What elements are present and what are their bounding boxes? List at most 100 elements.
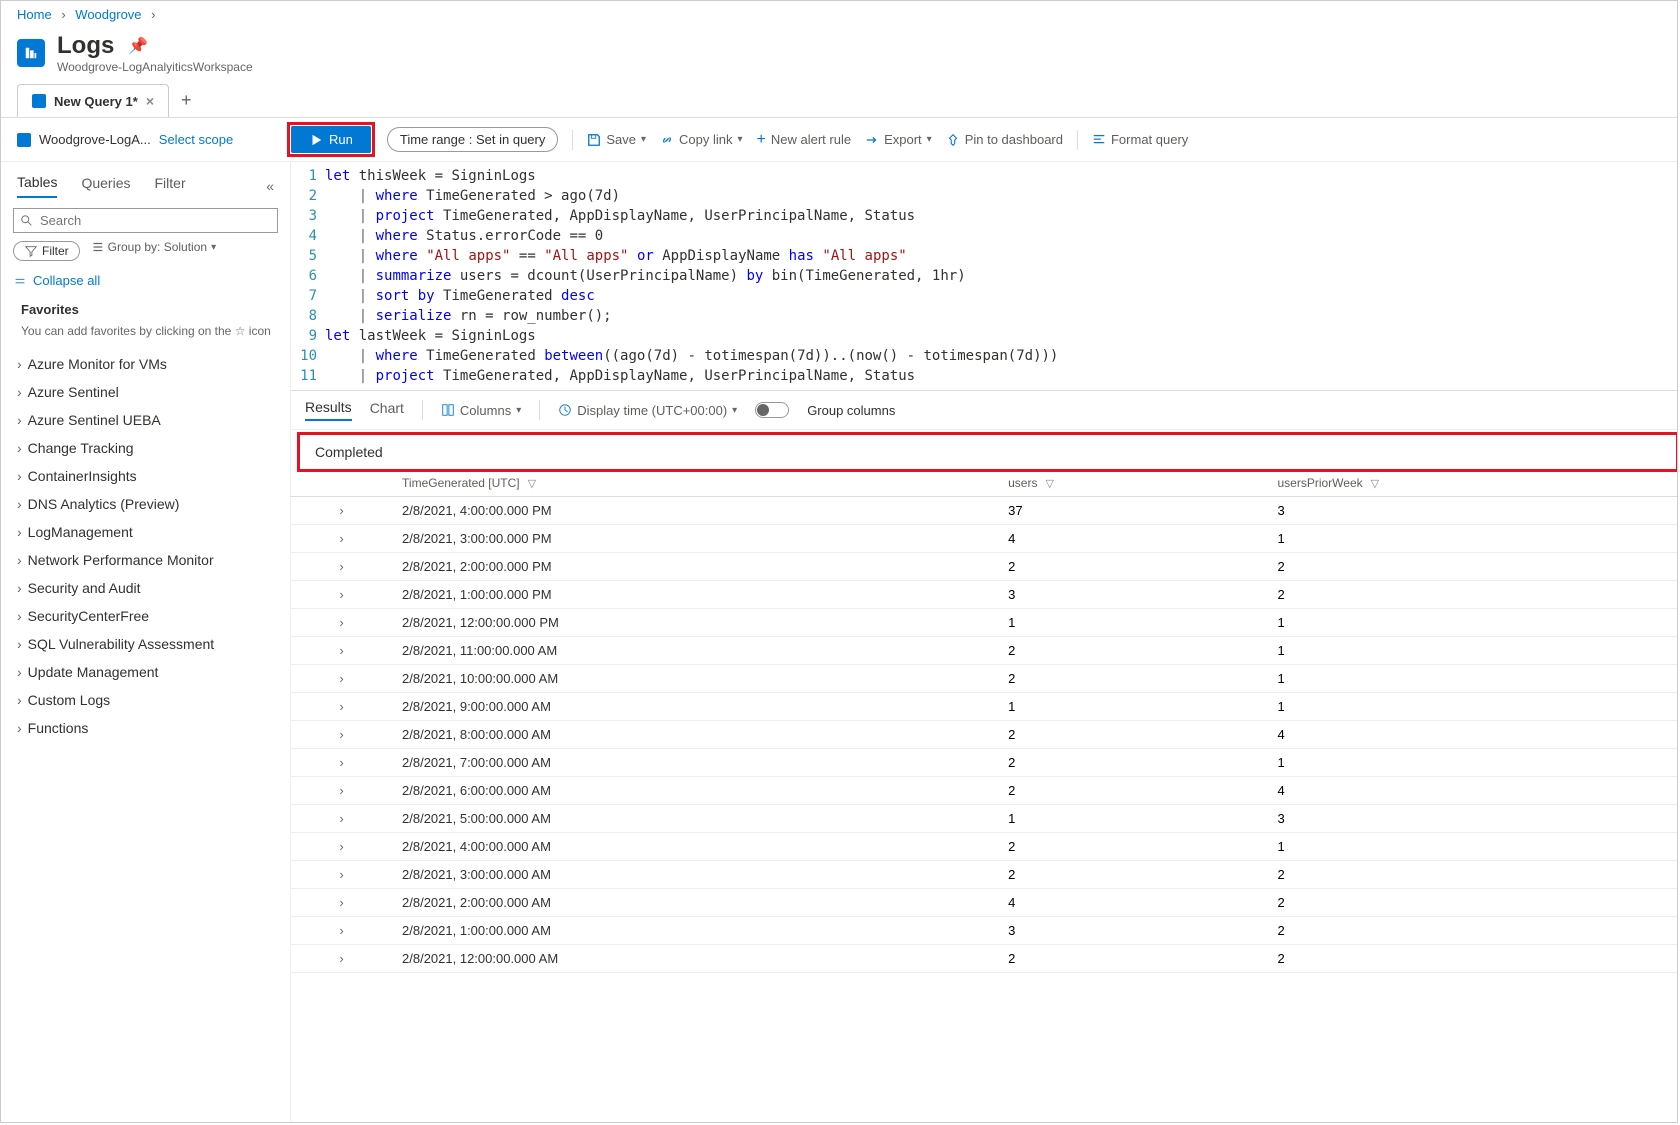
table-row[interactable]: › 2/8/2021, 5:00:00.000 AM 1 3 (291, 805, 1677, 833)
run-button[interactable]: Run (291, 126, 371, 153)
col-usersprior[interactable]: usersPriorWeek▽ (1267, 470, 1677, 497)
table-row[interactable]: › 2/8/2021, 3:00:00.000 AM 2 2 (291, 861, 1677, 889)
expand-row-icon[interactable]: › (291, 945, 392, 973)
table-row[interactable]: › 2/8/2021, 7:00:00.000 AM 2 1 (291, 749, 1677, 777)
collapse-all-link[interactable]: Collapse all (13, 273, 278, 288)
results-toolbar: Results Chart Columns▾ Display time (UTC… (291, 391, 1677, 430)
expand-row-icon[interactable]: › (291, 581, 392, 609)
tree-item[interactable]: Security and Audit (13, 574, 278, 602)
tree-item[interactable]: Azure Sentinel (13, 378, 278, 406)
group-columns-toggle[interactable] (755, 402, 789, 418)
expand-row-icon[interactable]: › (291, 749, 392, 777)
separator (572, 130, 573, 150)
columns-button[interactable]: Columns▾ (441, 403, 521, 418)
tree-item[interactable]: SQL Vulnerability Assessment (13, 630, 278, 658)
tree-item[interactable]: ContainerInsights (13, 462, 278, 490)
new-alert-button[interactable]: + New alert rule (757, 131, 852, 149)
save-button[interactable]: Save▾ (587, 132, 646, 147)
table-row[interactable]: › 2/8/2021, 2:00:00.000 PM 2 2 (291, 553, 1677, 581)
expand-row-icon[interactable]: › (291, 693, 392, 721)
sidebar-tab-queries[interactable]: Queries (81, 175, 130, 197)
results-tab[interactable]: Results (305, 399, 352, 421)
breadcrumb-woodgrove[interactable]: Woodgrove (75, 7, 141, 22)
table-row[interactable]: › 2/8/2021, 3:00:00.000 PM 4 1 (291, 525, 1677, 553)
expand-row-icon[interactable]: › (291, 805, 392, 833)
search-box[interactable] (13, 208, 278, 233)
expand-row-icon[interactable]: › (291, 609, 392, 637)
tree-item[interactable]: SecurityCenterFree (13, 602, 278, 630)
tree-item[interactable]: DNS Analytics (Preview) (13, 490, 278, 518)
breadcrumb-home[interactable]: Home (17, 7, 52, 22)
expand-row-icon[interactable]: › (291, 777, 392, 805)
cell-usersprior: 1 (1267, 665, 1677, 693)
expand-row-icon[interactable]: › (291, 497, 392, 525)
query-tab-active[interactable]: New Query 1* × (17, 84, 169, 117)
filter-icon[interactable]: ▽ (1371, 478, 1379, 490)
table-row[interactable]: › 2/8/2021, 6:00:00.000 AM 2 4 (291, 777, 1677, 805)
table-row[interactable]: › 2/8/2021, 4:00:00.000 PM 37 3 (291, 497, 1677, 525)
table-row[interactable]: › 2/8/2021, 12:00:00.000 AM 2 2 (291, 945, 1677, 973)
group-by-dropdown[interactable]: Group by: Solution ▾ (90, 240, 216, 254)
cell-usersprior: 2 (1267, 581, 1677, 609)
cell-time: 2/8/2021, 6:00:00.000 AM (392, 777, 998, 805)
expand-row-icon[interactable]: › (291, 917, 392, 945)
expand-row-icon[interactable]: › (291, 665, 392, 693)
cell-time: 2/8/2021, 4:00:00.000 AM (392, 833, 998, 861)
tree-item[interactable]: Network Performance Monitor (13, 546, 278, 574)
expand-row-icon[interactable]: › (291, 637, 392, 665)
close-tab-icon[interactable]: × (146, 93, 154, 109)
col-time[interactable]: TimeGenerated [UTC]▽ (392, 470, 998, 497)
tree-item[interactable]: Custom Logs (13, 686, 278, 714)
table-row[interactable]: › 2/8/2021, 12:00:00.000 PM 1 1 (291, 609, 1677, 637)
favorites-hint: You can add favorites by clicking on the… (13, 323, 278, 340)
pin-button[interactable]: Pin to dashboard (946, 132, 1063, 147)
cell-time: 2/8/2021, 3:00:00.000 PM (392, 525, 998, 553)
filter-icon[interactable]: ▽ (1045, 478, 1053, 490)
col-users[interactable]: users▽ (998, 470, 1267, 497)
display-time-button[interactable]: Display time (UTC+00:00)▾ (558, 403, 737, 418)
export-icon (865, 133, 879, 147)
query-editor[interactable]: 1234567891011 let thisWeek = SigninLogs … (291, 162, 1677, 391)
tree-item[interactable]: Change Tracking (13, 434, 278, 462)
sidebar-tab-tables[interactable]: Tables (17, 174, 57, 198)
export-button[interactable]: Export▾ (865, 132, 932, 147)
chart-tab[interactable]: Chart (370, 400, 404, 420)
cell-users: 2 (998, 861, 1267, 889)
favorites-heading: Favorites (13, 302, 278, 317)
expand-row-icon[interactable]: › (291, 861, 392, 889)
table-row[interactable]: › 2/8/2021, 11:00:00.000 AM 2 1 (291, 637, 1677, 665)
sidebar-tab-filter[interactable]: Filter (155, 175, 186, 197)
filter-chip[interactable]: Filter (13, 241, 80, 261)
code-content[interactable]: let thisWeek = SigninLogs | where TimeGe… (325, 166, 1058, 386)
breadcrumb-sep: › (61, 7, 65, 22)
expand-row-icon[interactable]: › (291, 525, 392, 553)
cell-users: 2 (998, 777, 1267, 805)
tree-item[interactable]: LogManagement (13, 518, 278, 546)
table-row[interactable]: › 2/8/2021, 1:00:00.000 PM 3 2 (291, 581, 1677, 609)
filter-icon[interactable]: ▽ (528, 478, 536, 490)
table-row[interactable]: › 2/8/2021, 1:00:00.000 AM 3 2 (291, 917, 1677, 945)
expand-row-icon[interactable]: › (291, 553, 392, 581)
search-input[interactable] (40, 213, 271, 228)
table-row[interactable]: › 2/8/2021, 8:00:00.000 AM 2 4 (291, 721, 1677, 749)
time-range-picker[interactable]: Time range : Set in query (387, 127, 559, 152)
tree-item[interactable]: Functions (13, 714, 278, 742)
tree-item[interactable]: Update Management (13, 658, 278, 686)
expand-row-icon[interactable]: › (291, 833, 392, 861)
copy-link-button[interactable]: Copy link▾ (660, 132, 743, 147)
table-row[interactable]: › 2/8/2021, 9:00:00.000 AM 1 1 (291, 693, 1677, 721)
tree-item[interactable]: Azure Sentinel UEBA (13, 406, 278, 434)
expand-row-icon[interactable]: › (291, 721, 392, 749)
table-row[interactable]: › 2/8/2021, 4:00:00.000 AM 2 1 (291, 833, 1677, 861)
select-scope-link[interactable]: Select scope (159, 132, 233, 147)
cell-time: 2/8/2021, 11:00:00.000 AM (392, 637, 998, 665)
tree-item[interactable]: Azure Monitor for VMs (13, 350, 278, 378)
expand-row-icon[interactable]: › (291, 889, 392, 917)
new-tab-button[interactable]: + (181, 90, 192, 111)
table-row[interactable]: › 2/8/2021, 10:00:00.000 AM 2 1 (291, 665, 1677, 693)
table-row[interactable]: › 2/8/2021, 2:00:00.000 AM 4 2 (291, 889, 1677, 917)
pin-icon[interactable]: 📌 (128, 36, 148, 56)
format-query-button[interactable]: Format query (1092, 132, 1188, 147)
collapse-sidebar-icon[interactable]: « (266, 178, 274, 194)
cell-time: 2/8/2021, 3:00:00.000 AM (392, 861, 998, 889)
